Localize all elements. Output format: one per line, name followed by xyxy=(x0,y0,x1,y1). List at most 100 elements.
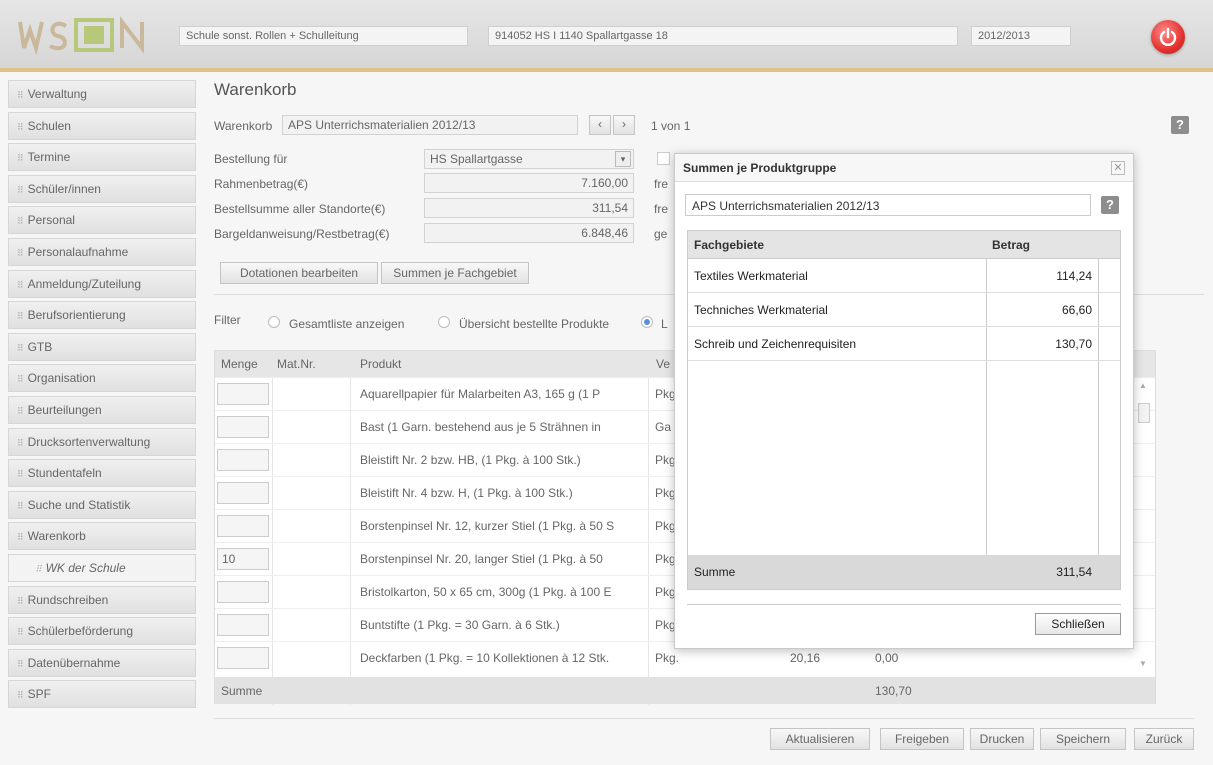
product-name: Bleistift Nr. 2 bzw. HB, (1 Pkg. à 100 S… xyxy=(360,453,581,467)
prev-page-button[interactable]: ‹ xyxy=(589,115,611,135)
save-button[interactable]: Speichern xyxy=(1040,728,1126,750)
power-icon xyxy=(1159,27,1177,46)
sums-table-header: Fachgebiete Betrag xyxy=(688,231,1120,259)
qty-input[interactable]: 10 xyxy=(217,548,269,570)
update-button[interactable]: Aktualisieren xyxy=(770,728,870,750)
table-row: Textiles Werkmaterial 114,24 xyxy=(688,259,1120,293)
col-area: Fachgebiete xyxy=(694,238,765,252)
next-page-button[interactable]: › xyxy=(613,115,635,135)
sidebar-item-schuelerbefoerderung[interactable]: ⠿ Schülerbeförderung xyxy=(8,617,196,646)
release-button[interactable]: Freigeben xyxy=(880,728,964,750)
order-sum-value: 311,54 xyxy=(424,198,634,218)
sidebar-item-organisation[interactable]: ⠿ Organisation xyxy=(8,364,196,393)
sidebar-item-termine[interactable]: ⠿ Termine xyxy=(8,143,196,172)
qty-input[interactable] xyxy=(217,383,269,405)
sidebar-item-personalaufnahme[interactable]: ⠿ Personalaufnahme xyxy=(8,237,196,266)
help-icon[interactable]: ? xyxy=(1171,116,1189,134)
filter-label: Filter xyxy=(214,313,241,327)
sidebar-item-spf[interactable]: ⠿ SPF xyxy=(8,680,196,709)
sidebar-item-label: Stundentafeln xyxy=(27,466,102,481)
sidebar-item-label: Datenübernahme xyxy=(27,655,121,670)
sidebar-item-verwaltung[interactable]: ⠿ Verwaltung xyxy=(8,80,196,108)
product-unit: Pkg xyxy=(655,585,676,599)
cart-select[interactable]: APS Unterrichsmaterialien 2012/13 xyxy=(282,115,578,135)
sidebar-item-suche[interactable]: ⠿ Suche und Statistik xyxy=(8,490,196,519)
area-name: Schreib und Zeichenrequisiten xyxy=(694,337,857,351)
col-product: Produkt xyxy=(360,357,402,371)
qty-input[interactable] xyxy=(217,482,269,504)
order-sum-label: Bestellsumme aller Standorte(€) xyxy=(214,202,386,216)
area-name: Textiles Werkmaterial xyxy=(694,269,808,283)
area-name: Techniches Werkmaterial xyxy=(694,303,828,317)
close-button[interactable]: Schließen xyxy=(1035,613,1121,635)
qty-input[interactable] xyxy=(217,449,269,471)
help-icon[interactable]: ? xyxy=(1101,196,1119,214)
sums-table: Fachgebiete Betrag Textiles Werkmaterial… xyxy=(687,230,1121,590)
sidebar-item-label: Beurteilungen xyxy=(27,402,102,417)
product-name: Bast (1 Garn. bestehend aus je 5 Strähne… xyxy=(360,420,601,434)
radio-ordered[interactable] xyxy=(438,316,450,328)
school-type-field: Schule sonst. Rollen + Schulleitung xyxy=(179,26,468,46)
sums-per-area-button[interactable]: Summen je Fachgebiet xyxy=(381,262,529,284)
cash-value: 6.848,46 xyxy=(424,223,634,243)
divider xyxy=(214,718,1194,719)
scroll-down-icon: ▼ xyxy=(1139,659,1147,668)
sidebar-item-beurteilungen[interactable]: ⠿ Beurteilungen xyxy=(8,395,196,424)
sidebar-item-schulen[interactable]: ⠿ Schulen xyxy=(8,111,196,140)
wsn-logo xyxy=(18,16,144,56)
sidebar-item-label: GTB xyxy=(27,339,53,354)
product-name: Bristolkarton, 50 x 65 cm, 300g (1 Pkg. … xyxy=(360,585,612,599)
sidebar-item-label: Suche und Statistik xyxy=(27,497,131,512)
sums-dialog: Summen je Produktgruppe ✕ APS Unterrichs… xyxy=(674,153,1134,649)
checkbox[interactable] xyxy=(657,152,670,165)
footer-sum-value: 130,70 xyxy=(875,684,912,698)
sidebar-item-anmeldung[interactable]: ⠿ Anmeldung/Zuteilung xyxy=(8,269,196,298)
cart-label: Warenkorb xyxy=(214,119,273,133)
sidebar-item-label: Verwaltung xyxy=(27,87,87,101)
sidebar-item-stundentafeln[interactable]: ⠿ Stundentafeln xyxy=(8,459,196,488)
sidebar-item-rundschreiben[interactable]: ⠿ Rundschreiben xyxy=(8,585,196,614)
sidebar-item-label: Personalaufnahme xyxy=(27,244,129,259)
sidebar-item-wk-der-schule[interactable]: ⠿ WK der Schule xyxy=(8,553,196,582)
sidebar-item-label: Schüler/innen xyxy=(27,181,101,196)
order-for-select[interactable]: HS Spallartgasse ▾ xyxy=(424,149,634,169)
logout-button[interactable] xyxy=(1151,20,1185,54)
sidebar-item-datenuebernahme[interactable]: ⠿ Datenübernahme xyxy=(8,648,196,677)
back-button[interactable]: Zurück xyxy=(1134,728,1194,750)
radio-ordered-label: Übersicht bestellte Produkte xyxy=(459,317,610,331)
sidebar-item-berufsorientierung[interactable]: ⠿ Berufsorientierung xyxy=(8,301,196,330)
col-qty: Menge xyxy=(221,357,258,371)
product-total: 0,00 xyxy=(875,651,899,665)
radio-third[interactable] xyxy=(641,316,653,328)
sidebar-item-drucksorten[interactable]: ⠿ Drucksortenverwaltung xyxy=(8,427,196,456)
product-name: Bleistift Nr. 4 bzw. H, (1 Pkg. à 100 St… xyxy=(360,486,573,500)
footer-sum-label: Summe xyxy=(221,684,263,698)
qty-input[interactable] xyxy=(217,647,269,669)
product-name: Borstenpinsel Nr. 20, langer Stiel (1 Pk… xyxy=(360,552,603,566)
divider xyxy=(687,604,1121,605)
table-scrollbar[interactable]: ▲ ▼ xyxy=(1137,381,1151,671)
order-for-value: HS Spallartgasse xyxy=(430,152,523,166)
col-amount: Betrag xyxy=(992,238,1031,252)
school-year-field: 2012/2013 xyxy=(971,26,1071,46)
sidebar-item-warenkorb[interactable]: ⠿ Warenkorb xyxy=(8,522,196,551)
sidebar-item-gtb[interactable]: ⠿ GTB xyxy=(8,332,196,361)
sidebar-item-label: Rundschreiben xyxy=(27,592,109,607)
sidebar-item-label: Schulen xyxy=(27,118,71,133)
close-icon[interactable]: ✕ xyxy=(1111,161,1125,175)
product-unit: Pkg. xyxy=(655,651,680,665)
sidebar-item-personal[interactable]: ⠿ Personal xyxy=(8,206,196,235)
sum-label: Summe xyxy=(694,565,736,579)
qty-input[interactable] xyxy=(217,515,269,537)
radio-all[interactable] xyxy=(268,316,280,328)
pager-text: 1 von 1 xyxy=(651,119,691,133)
qty-input[interactable] xyxy=(217,581,269,603)
radio-all-label: Gesamtliste anzeigen xyxy=(289,317,405,331)
edit-dotations-button[interactable]: Dotationen bearbeiten xyxy=(220,262,378,284)
scroll-thumb[interactable] xyxy=(1138,403,1150,423)
right-label-1: fre xyxy=(654,177,669,191)
qty-input[interactable] xyxy=(217,614,269,636)
qty-input[interactable] xyxy=(217,416,269,438)
print-button[interactable]: Drucken xyxy=(970,728,1034,750)
sidebar-item-schueler[interactable]: ⠿ Schüler/innen xyxy=(8,174,196,203)
